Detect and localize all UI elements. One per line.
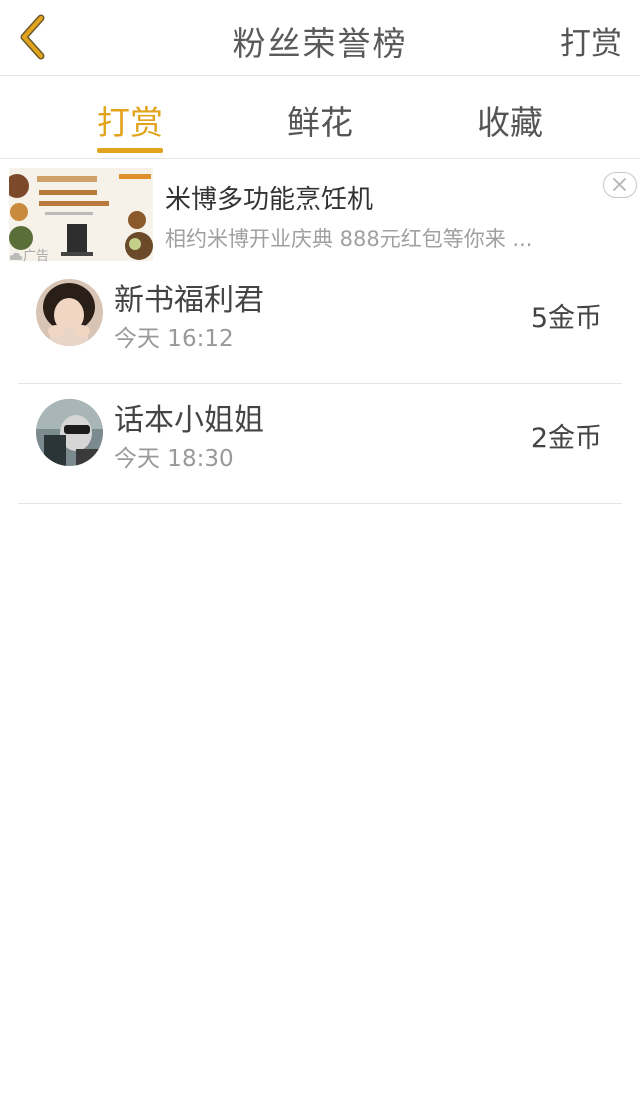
list-item[interactable]: 新书福利君 今天 16:12 5金币: [18, 265, 622, 384]
tab-bar: 打赏 鲜花 收藏: [0, 76, 640, 159]
ad-banner[interactable]: 米博多功能烹饪机 相约米博开业庆典 888元红包等你来 ...: [0, 160, 640, 264]
cloud-icon: [9, 252, 23, 260]
tab-favorites[interactable]: 收藏: [430, 96, 590, 144]
ad-label: 广告: [9, 245, 49, 264]
page-title: 粉丝荣誉榜: [232, 24, 408, 63]
avatar: [36, 279, 103, 346]
tab-flowers[interactable]: 鲜花: [240, 96, 400, 144]
top-bar: 粉丝荣誉榜 打赏: [0, 0, 640, 76]
close-icon: [613, 178, 626, 191]
timestamp: 今天 16:12: [114, 326, 234, 352]
user-name: 话本小姐姐: [114, 403, 264, 438]
list-item[interactable]: 话本小姐姐 今天 18:30 2金币: [18, 385, 622, 504]
tab-reward[interactable]: 打赏: [50, 96, 210, 144]
ad-description: 相约米博开业庆典 888元红包等你来 ...: [165, 227, 533, 251]
ad-title: 米博多功能烹饪机: [165, 185, 374, 215]
reward-button[interactable]: 打赏: [560, 18, 622, 63]
active-tab-indicator: [97, 148, 163, 153]
coin-amount: 2金币: [530, 423, 602, 454]
coin-amount: 5金币: [530, 303, 602, 334]
user-name: 新书福利君: [114, 283, 264, 318]
timestamp: 今天 18:30: [114, 446, 234, 472]
avatar: [36, 399, 103, 466]
ad-close-button[interactable]: [603, 172, 637, 198]
